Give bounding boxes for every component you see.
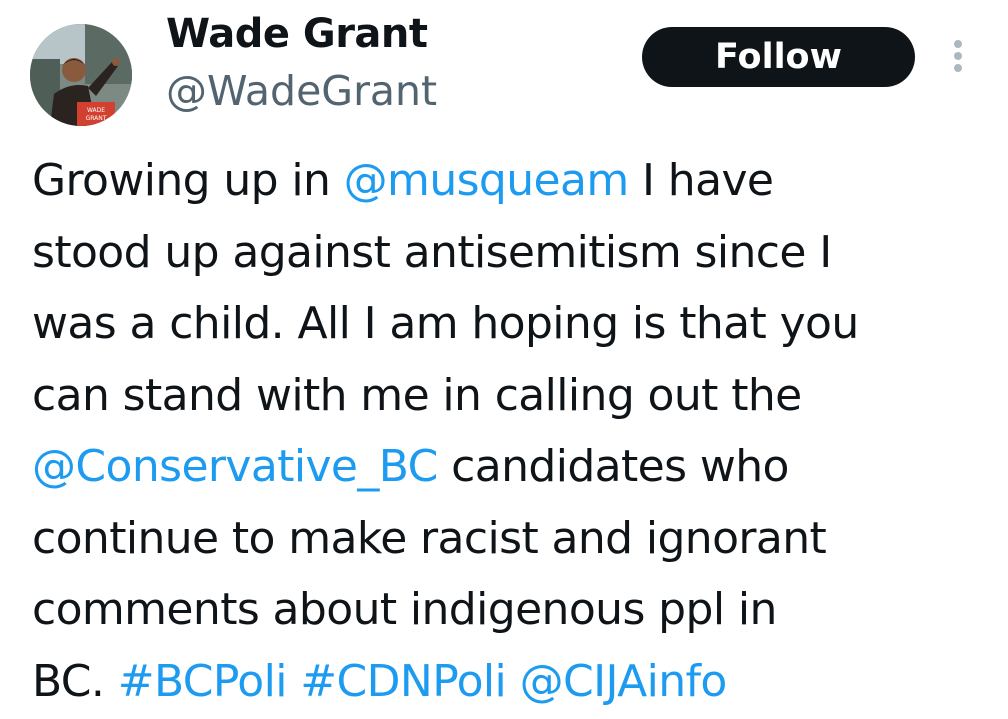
more-options-button[interactable] [940,32,976,80]
hashtag-link[interactable]: #BCPoli [118,656,288,707]
tweet-line: Growing up in @musqueam I have [32,145,992,217]
mention-link[interactable]: @musqueam [344,155,630,206]
tweet-text-segment [506,656,519,707]
mention-link[interactable]: @CIJAinfo [520,656,728,707]
svg-text:GRANT: GRANT [86,115,107,122]
tweet-line: can stand with me in calling out the [32,360,992,432]
tweet-text-segment: comments about indigenous ppl in [32,584,777,635]
mention-link[interactable]: @Conservative_BC [32,441,438,492]
tweet-line: continue to make racist and ignorant [32,503,992,575]
follow-button[interactable]: Follow [642,27,915,87]
display-name[interactable]: Wade Grant [166,8,428,60]
tweet-line: BC. #BCPoli #CDNPoli @CIJAinfo [32,646,992,718]
tweet-text-segment: continue to make racist and ignorant [32,512,827,564]
tweet-line: stood up against antisemitism since I [32,217,992,289]
tweet-text: Growing up in @musqueam I have stood up a… [32,145,992,717]
tweet-text-segment: can stand with me in calling out the [32,369,802,421]
avatar[interactable]: WADE GRANT [30,24,132,126]
tweet-text-segment [287,656,300,707]
user-handle[interactable]: @WadeGrant [166,64,437,118]
avatar-photo: WADE GRANT [30,24,132,126]
tweet-text-segment: stood up against antisemitism since I [32,226,832,278]
more-vertical-icon [954,40,962,72]
tweet-text-segment: Growing up in [32,155,344,206]
tweet-text-segment: candidates who [437,441,789,492]
tweet-line: comments about indigenous ppl in [32,574,992,646]
follow-button-label: Follow [715,37,842,77]
tweet-text-segment: I have [628,155,774,206]
tweet-text-segment: BC. [32,655,118,707]
tweet-line: @Conservative_BC candidates who [32,431,992,503]
tweet-line: was a child. All I am hoping is that you [32,288,992,360]
hashtag-link[interactable]: #CDNPoli [300,656,507,707]
tweet-text-segment: was a child. All I am hoping is that you [32,298,859,349]
avatar-sign-text: WADE [87,107,105,114]
